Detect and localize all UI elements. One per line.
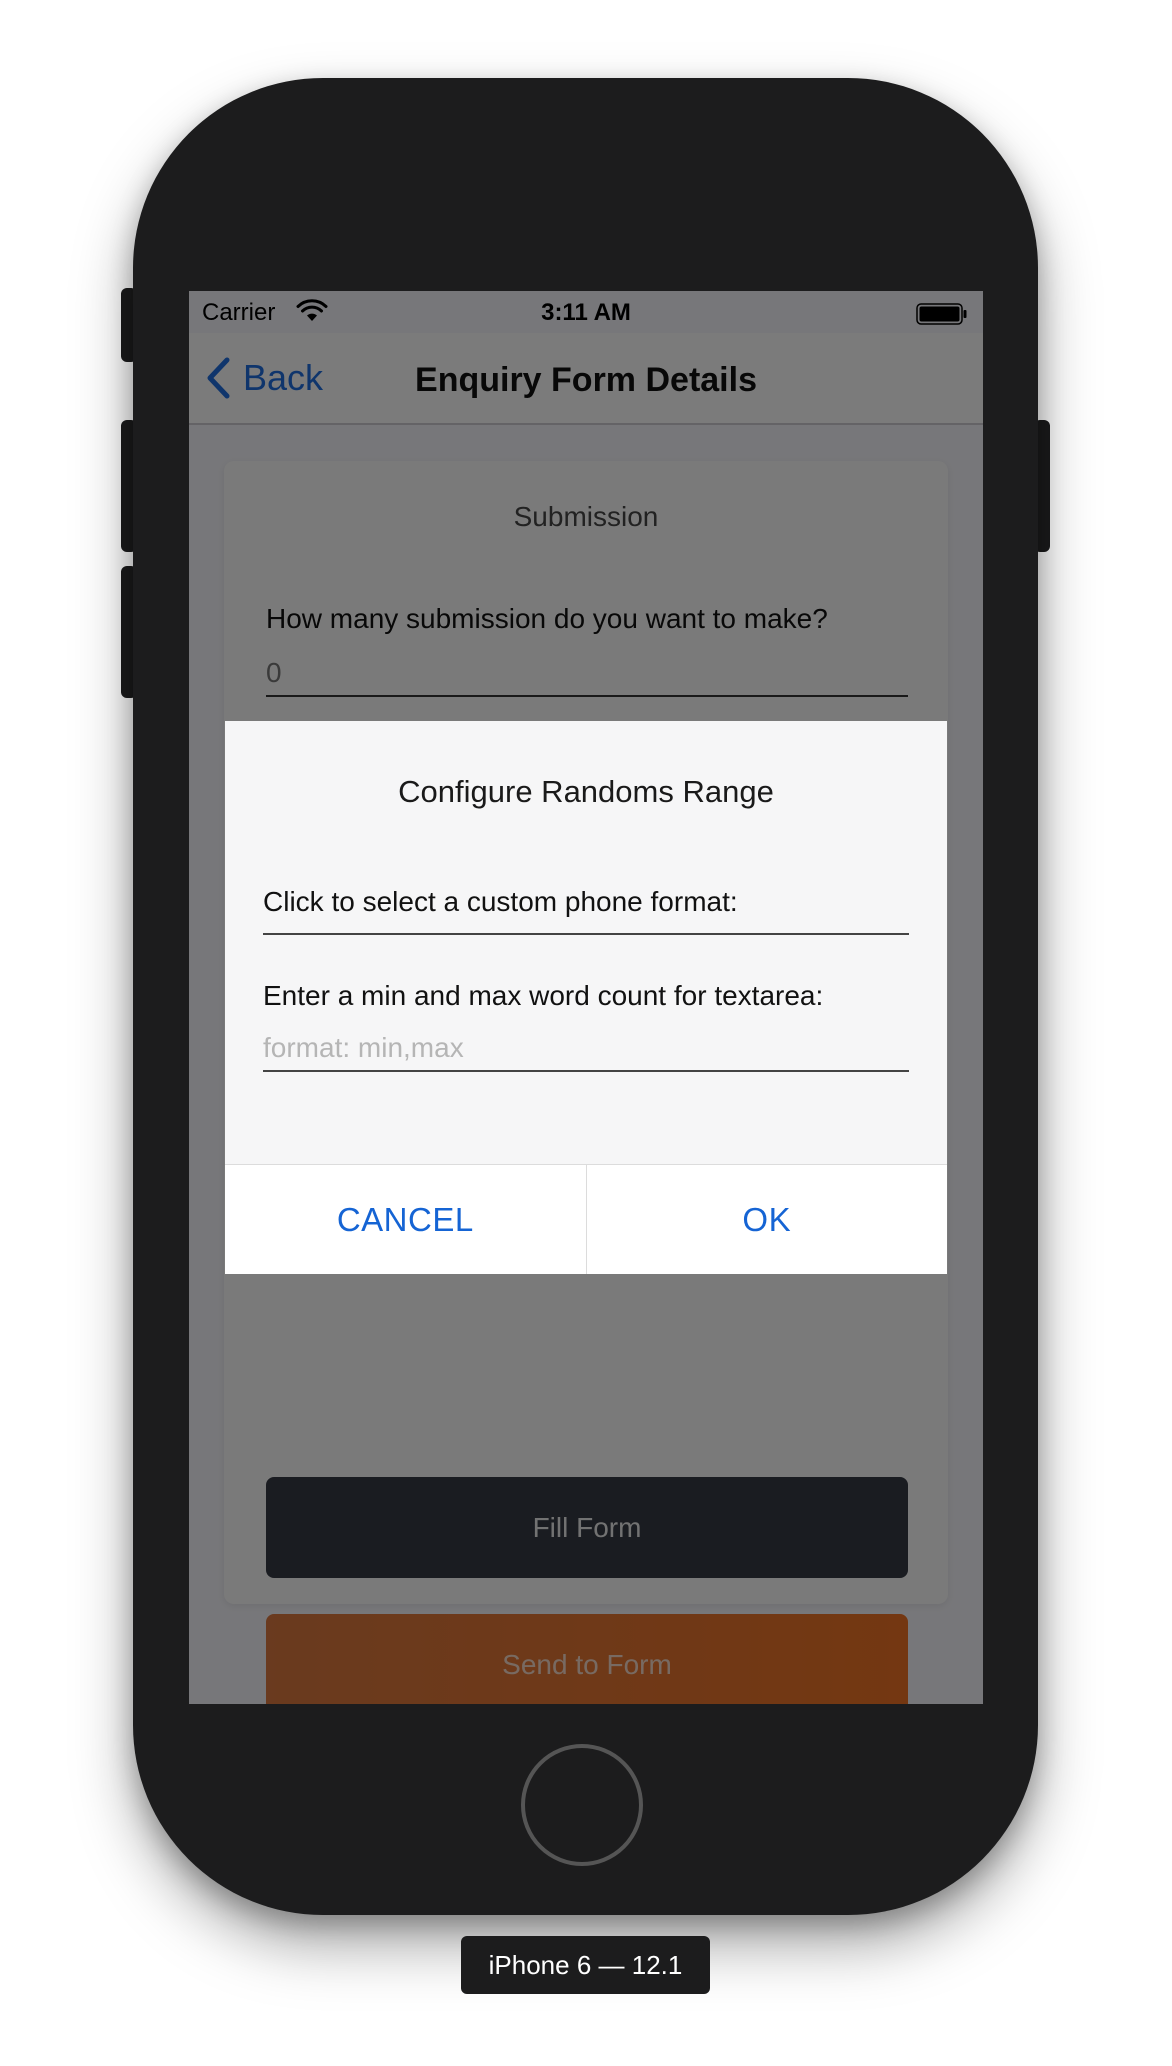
phone-format-selector[interactable]: Click to select a custom phone format: [263, 886, 738, 918]
word-count-label: Enter a min and max word count for texta… [263, 980, 824, 1011]
ok-button[interactable]: OK [587, 1165, 948, 1274]
dialog-title: Configure Randoms Range [398, 774, 774, 809]
device-label: iPhone 6 — 12.1 [461, 1936, 710, 1994]
phone-screen: Carrier 3:11 AM Back Enquiry Form Detail… [189, 291, 983, 1704]
dialog-actions: CANCEL OK [225, 1164, 947, 1274]
word-count-input[interactable] [263, 1026, 909, 1072]
phone-format-field-underline [263, 933, 909, 935]
simulator-stage: Carrier 3:11 AM Back Enquiry Form Detail… [0, 0, 1172, 2066]
configure-randoms-dialog: Configure Randoms Range Click to select … [225, 721, 947, 1274]
home-button[interactable] [521, 1744, 643, 1866]
cancel-button[interactable]: CANCEL [225, 1165, 587, 1274]
